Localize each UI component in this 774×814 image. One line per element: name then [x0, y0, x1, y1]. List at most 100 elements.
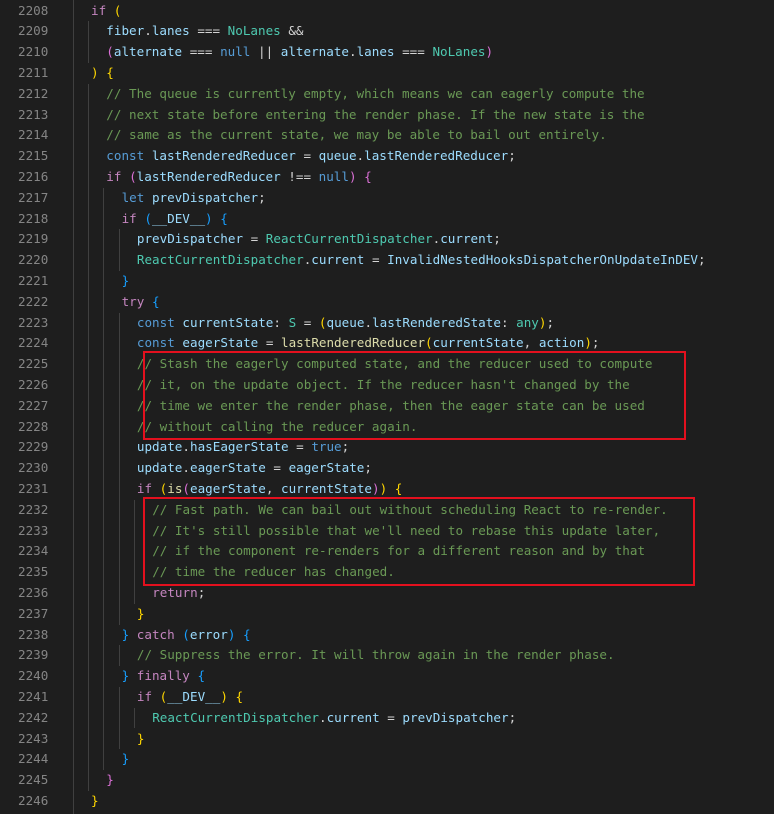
line-number: 2216	[18, 168, 49, 184]
code-token: // Stash the eagerly computed state, and…	[136, 356, 653, 372]
code-token: {	[235, 688, 244, 704]
code-line[interactable]: 2218 if (__DEV__) {	[0, 209, 774, 230]
code-token: )	[205, 210, 213, 226]
code-line[interactable]: 2221}	[0, 271, 774, 292]
line-number: 2241	[18, 688, 49, 704]
code-line[interactable]: 2214 // same as the current state, we may…	[0, 125, 774, 146]
code-token: (	[113, 2, 122, 18]
code-line[interactable]: 2241 if (__DEV__) {	[0, 687, 774, 708]
code-token: // if the component re-renders for a dif…	[152, 543, 646, 559]
code-line[interactable]: 2217 let prevDispatcher;	[0, 188, 774, 209]
code-token: (	[106, 44, 114, 60]
code-line[interactable]: 2240} finally {	[0, 666, 774, 687]
code-line[interactable]: 2216 if (lastRenderedReducer !== null) {	[0, 167, 774, 188]
code-text: // without calling the reducer again.	[137, 417, 418, 438]
line-number: 2233	[18, 522, 49, 538]
line-number: 2215	[18, 148, 49, 164]
code-text: ReactCurrentDispatcher.current = Invalid…	[137, 250, 706, 271]
code-line[interactable]: 2210 (alternate === null || alternate.lan…	[0, 42, 774, 63]
code-token: ;	[197, 584, 206, 600]
code-line[interactable]: 2239 // Suppress the error. It will throw…	[0, 645, 774, 666]
code-line[interactable]: 2209 fiber.lanes === NoLanes &&	[0, 21, 774, 42]
code-line[interactable]: 2222 try {	[0, 292, 774, 313]
code-token: if	[121, 210, 137, 226]
line-number: 2229	[18, 439, 49, 455]
code-text: const lastRenderedReducer = queue.lastRe…	[106, 146, 516, 167]
code-token: alternate	[113, 44, 183, 60]
code-text: try {	[122, 292, 160, 313]
code-token: prevDispatcher	[151, 189, 259, 205]
code-token: .	[182, 460, 190, 476]
code-text: prevDispatcher = ReactCurrentDispatcher.…	[137, 229, 501, 250]
code-token: fiber	[106, 23, 145, 39]
code-line[interactable]: 2231 if (is(eagerState, currentState)) {	[0, 479, 774, 500]
line-number: 2237	[18, 605, 49, 621]
code-line[interactable]: 2235 // time the reducer has changed.	[0, 562, 774, 583]
line-number: 2222	[18, 293, 49, 309]
code-line[interactable]: 2208 if (	[0, 1, 774, 22]
code-token: const	[136, 335, 175, 351]
code-line[interactable]: 2219 prevDispatcher = ReactCurrentDispatc…	[0, 229, 774, 250]
line-number: 2226	[18, 376, 49, 392]
code-token: ReactCurrentDispatcher	[265, 231, 433, 247]
code-line[interactable]: 2229 update.hasEagerState = true;	[0, 437, 774, 458]
code-token: {	[364, 168, 372, 184]
line-number: 2223	[18, 314, 49, 330]
code-token: // same as the current state, we may be …	[106, 127, 607, 143]
code-token: lastRenderedReducer	[136, 168, 281, 184]
code-line[interactable]: 2230 update.eagerState = eagerState;	[0, 458, 774, 479]
code-token: )	[584, 335, 592, 351]
code-text: } finally {	[122, 666, 205, 687]
code-token: .	[349, 44, 357, 60]
code-token: ;	[508, 709, 517, 725]
code-token: }	[106, 772, 114, 788]
code-token: // The queue is currently empty, which m…	[106, 85, 645, 101]
code-token: return	[152, 584, 198, 600]
code-line[interactable]: 2242 ReactCurrentDispatcher.current = pre…	[0, 708, 774, 729]
code-line[interactable]: 2233 // It's still possible that we'll ne…	[0, 521, 774, 542]
code-token: currentState	[281, 480, 373, 496]
code-line[interactable]: 2211) {	[0, 63, 774, 84]
code-editor[interactable]: 2208 if (2209 fiber.lanes === NoLanes && 22…	[0, 0, 774, 814]
code-line[interactable]: 2228 // without calling the reducer again…	[0, 417, 774, 438]
code-token: {	[243, 626, 251, 642]
code-line[interactable]: 2243}	[0, 729, 774, 750]
line-number: 2208	[18, 2, 49, 18]
code-line[interactable]: 2212 // The queue is currently empty, whi…	[0, 84, 774, 105]
code-line[interactable]: 2215 const lastRenderedReducer = queue.la…	[0, 146, 774, 167]
code-token: let	[121, 189, 145, 205]
code-line[interactable]: 2213 // next state before entering the re…	[0, 105, 774, 126]
code-token: }	[121, 751, 130, 767]
code-token: prevDispatcher	[402, 709, 509, 725]
code-token: lanes	[151, 23, 190, 39]
line-number: 2219	[18, 231, 49, 247]
code-token: :	[273, 314, 289, 330]
code-line[interactable]: 2232 // Fast path. We can bail out withou…	[0, 500, 774, 521]
code-line[interactable]: 2224 const eagerState = lastRenderedReduc…	[0, 333, 774, 354]
code-token: {	[220, 210, 228, 226]
code-line[interactable]: 2244}	[0, 749, 774, 770]
code-line[interactable]: 2225 // Stash the eagerly computed state,…	[0, 354, 774, 375]
code-token: __DEV__	[167, 688, 221, 704]
code-line[interactable]: 2220 ReactCurrentDispatcher.current = Inv…	[0, 250, 774, 271]
code-text: // Fast path. We can bail out without sc…	[152, 500, 668, 521]
code-token: // without calling the reducer again.	[136, 418, 418, 434]
code-line[interactable]: 2223 const currentState: S = (queue.lastR…	[0, 313, 774, 334]
code-line[interactable]: 2227 // time we enter the render phase, t…	[0, 396, 774, 417]
code-line[interactable]: 2246}	[0, 791, 774, 812]
code-line[interactable]: 2234 // if the component re-renders for a…	[0, 541, 774, 562]
code-line[interactable]: 2237}	[0, 604, 774, 625]
code-token: if	[136, 688, 153, 704]
line-number: 2213	[18, 106, 49, 122]
line-number: 2211	[18, 64, 49, 80]
code-token: catch	[136, 626, 175, 642]
code-line[interactable]: 2236 return;	[0, 583, 774, 604]
code-line[interactable]: 2238} catch (error) {	[0, 625, 774, 646]
code-line[interactable]: 2226 // it, on the update object. If the …	[0, 375, 774, 396]
code-line[interactable]: 2245}	[0, 770, 774, 791]
code-text: if (is(eagerState, currentState)) {	[137, 479, 403, 500]
